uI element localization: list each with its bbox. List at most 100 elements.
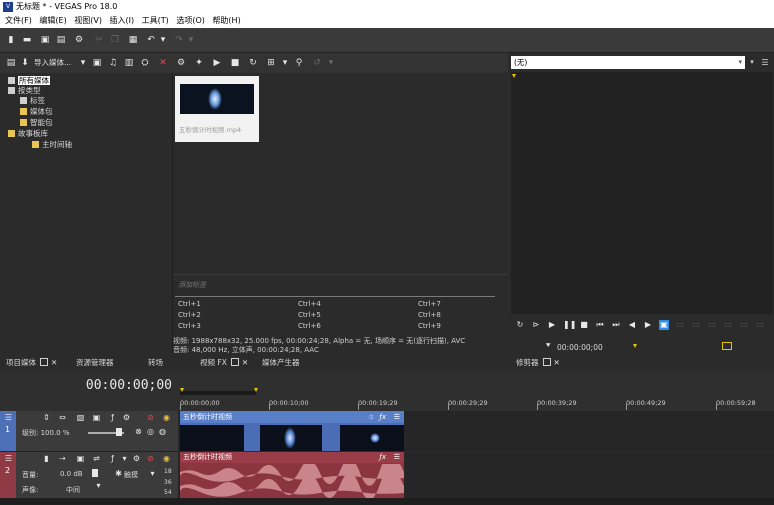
lock-icon[interactable]: ⊗	[134, 427, 143, 436]
clip-menu-icon[interactable]: ☰	[394, 411, 400, 423]
timeline-scrollbar[interactable]	[0, 498, 774, 505]
tree-item-by-type[interactable]: 按类型	[8, 86, 41, 96]
automation-mode[interactable]: 触摸	[124, 470, 138, 480]
tag-shortcut[interactable]: Ctrl+8	[418, 311, 441, 319]
mute-icon[interactable]: ⊘	[146, 454, 155, 463]
previous-frame-icon[interactable]: ◀	[627, 320, 637, 330]
track-fx-icon[interactable]: ƒ	[108, 454, 117, 463]
audio-track-header[interactable]: ☰ 2 ▮ ⇢ ▣ ⇌ ƒ ▾ ⚙ ⊘ ◉ 音量: 0.0 dB ✱ 触摸 ▾ …	[0, 452, 178, 499]
tag-shortcut[interactable]: Ctrl+2	[178, 311, 201, 319]
fit-right-icon[interactable]: ▭	[739, 320, 749, 330]
refresh-chevron-icon[interactable]: ▾	[326, 58, 336, 68]
tab-media-generators[interactable]: 媒体产生器	[262, 357, 300, 369]
dropdown-arrow-icon[interactable]: ▾	[747, 57, 757, 68]
open-folder-icon[interactable]: ▬	[22, 35, 32, 45]
undo-history-chevron-icon[interactable]: ▾	[158, 35, 168, 45]
get-media-icon[interactable]: ♫	[108, 58, 118, 68]
auto-preview-icon[interactable]: ⛭	[140, 58, 150, 68]
tag-shortcut[interactable]: Ctrl+4	[298, 300, 321, 308]
loop-end-marker-icon[interactable]	[254, 388, 258, 392]
loop-start-marker-icon[interactable]	[180, 388, 184, 392]
tag-shortcut[interactable]: Ctrl+6	[298, 322, 321, 330]
solo-icon[interactable]: ◉	[162, 413, 171, 422]
views-chevron-icon[interactable]: ▾	[280, 58, 290, 68]
fx-chevron-icon[interactable]: ▾	[120, 454, 129, 463]
tree-item-all-media[interactable]: 所有媒体	[8, 76, 50, 86]
tab-trimmer[interactable]: 修剪器 ✕	[516, 357, 560, 369]
close-icon[interactable]: ✕	[242, 358, 248, 367]
tree-item-tags[interactable]: 标签	[20, 96, 45, 106]
add-after-icon[interactable]: ▭	[707, 320, 717, 330]
views-icon[interactable]: ⊞	[266, 58, 276, 68]
tag-shortcut[interactable]: Ctrl+3	[178, 322, 201, 330]
track-menu-icon[interactable]: ☰	[4, 413, 13, 422]
automation-icon[interactable]: ⚙	[122, 413, 131, 422]
paste-icon[interactable]: ▦	[128, 35, 138, 45]
track-menu-icon[interactable]: ☰	[4, 454, 13, 463]
create-subclip-icon[interactable]: ▭	[755, 320, 765, 330]
pause-icon[interactable]: ❚❚	[563, 320, 576, 330]
tree-item-main-timeline[interactable]: 主时间轴	[32, 140, 72, 150]
undock-icon[interactable]	[542, 358, 551, 366]
media-fx-gear-icon[interactable]: ⚙	[176, 58, 186, 68]
close-icon[interactable]: ✕	[51, 358, 57, 367]
tag-shortcut[interactable]: Ctrl+7	[418, 300, 441, 308]
mono-stereo-icon[interactable]: ▣	[76, 454, 85, 463]
arm-record-icon[interactable]: ▮	[42, 454, 51, 463]
properties-gear-icon[interactable]: ⚙	[74, 35, 84, 45]
play-from-start-icon[interactable]: ⊳	[531, 320, 541, 330]
preview-device-select[interactable]: (无) ▾	[511, 56, 745, 69]
render-icon[interactable]: ▥	[124, 58, 134, 68]
menu-tools[interactable]: 工具(T)	[142, 14, 169, 28]
cut-icon[interactable]: ✂	[94, 35, 104, 45]
event-fx-icon[interactable]: ƒx	[379, 452, 386, 463]
tab-transitions[interactable]: 转场	[148, 357, 163, 369]
redo-icon[interactable]: ↷	[174, 35, 184, 45]
compositing-child-icon[interactable]: ◍	[158, 427, 167, 436]
tree-item-smart-bins[interactable]: 智能包	[20, 118, 53, 128]
touch-mode-icon[interactable]: ✱	[114, 469, 123, 478]
compositing-mode-icon[interactable]: ▧	[76, 413, 85, 422]
pan-chevron-icon[interactable]: ▾	[94, 481, 103, 490]
automation-chevron-icon[interactable]: ▾	[148, 469, 157, 478]
media-view-icon[interactable]: ▤	[6, 58, 16, 68]
play-icon[interactable]: ▶	[212, 58, 222, 68]
selection-region-icon[interactable]	[722, 342, 732, 350]
undo-icon[interactable]: ↶	[146, 35, 156, 45]
tag-shortcut[interactable]: Ctrl+9	[418, 322, 441, 330]
level-slider-knob[interactable]	[116, 428, 122, 436]
search-icon[interactable]: ⚲	[294, 58, 304, 68]
tag-shortcut[interactable]: Ctrl+1	[178, 300, 201, 308]
collapse-track-icon[interactable]: ⇔	[58, 413, 67, 422]
track-mode-icon[interactable]: ⇌	[92, 454, 101, 463]
go-to-start-icon[interactable]: ⏮	[595, 320, 605, 330]
tree-item-storyboard-bins[interactable]: 故事板库	[8, 129, 48, 139]
capture-icon[interactable]: ▣	[92, 58, 102, 68]
solo-icon[interactable]: ◉	[162, 454, 171, 463]
save-as-icon[interactable]: ▤	[56, 35, 66, 45]
clip-menu-icon[interactable]: ☰	[394, 452, 400, 463]
undock-icon[interactable]	[230, 358, 239, 366]
volume-slider-knob[interactable]	[92, 469, 98, 477]
add-to-timeline-icon[interactable]: ▭	[675, 320, 685, 330]
add-tag-input[interactable]: 添加标签	[178, 280, 206, 290]
play-icon[interactable]: ▶	[547, 320, 557, 330]
import-media-button[interactable]: 导入媒体...	[34, 57, 71, 68]
video-clip[interactable]: 五秒倒计时视频 ⯐ ƒx ☰	[180, 411, 404, 451]
track-fx-icon[interactable]: ƒ	[108, 413, 117, 422]
new-file-icon[interactable]: ▮	[6, 35, 16, 45]
add-before-icon[interactable]: ▭	[691, 320, 701, 330]
stop-icon[interactable]: ■	[579, 320, 589, 330]
copy-icon[interactable]: ❐	[110, 35, 120, 45]
import-chevron-icon[interactable]: ▾	[78, 58, 88, 68]
remove-media-icon[interactable]: ✕	[158, 58, 168, 68]
undock-icon[interactable]	[40, 358, 48, 366]
audio-clip[interactable]: 五秒倒计时视频 ƒx ☰	[180, 452, 404, 498]
save-icon[interactable]: ▣	[40, 35, 50, 45]
menu-help[interactable]: 帮助(H)	[212, 14, 240, 28]
auto-preview-toggle-icon[interactable]: ↻	[248, 58, 258, 68]
track-motion-icon[interactable]: ▣	[92, 413, 101, 422]
loop-region-bar[interactable]	[180, 391, 256, 395]
import-media-icon[interactable]: ⬇	[20, 58, 30, 68]
next-frame-icon[interactable]: ▶	[643, 320, 653, 330]
